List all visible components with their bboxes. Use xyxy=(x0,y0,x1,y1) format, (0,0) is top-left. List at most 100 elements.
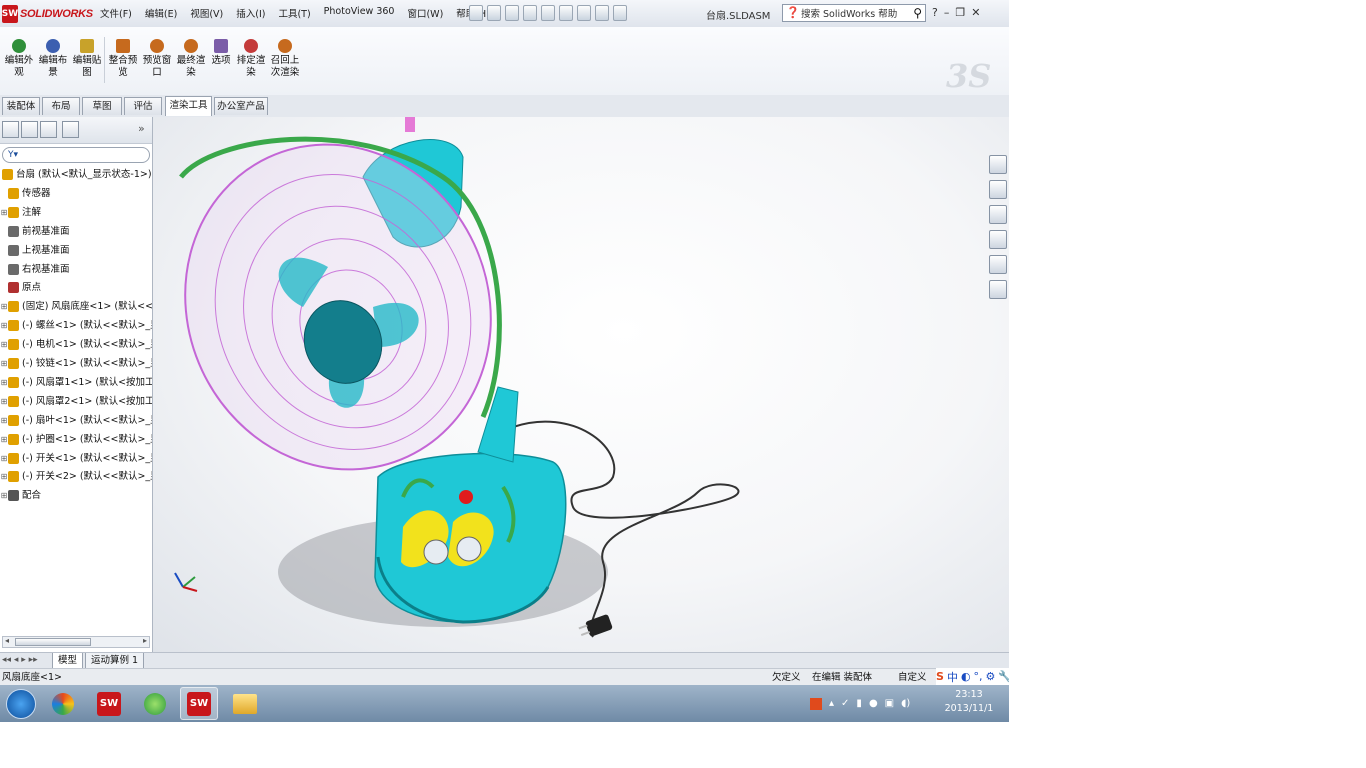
tree-expand-icon[interactable]: ⊞ xyxy=(0,468,8,486)
recall-last-render-button[interactable]: 召回上次渲染 xyxy=(268,39,302,79)
menu-file[interactable]: 文件(F) xyxy=(100,6,132,20)
file-explorer-icon[interactable] xyxy=(989,205,1007,224)
tab-model[interactable]: 模型 xyxy=(52,653,84,669)
edit-scene-button[interactable]: 编辑布景 xyxy=(36,39,70,79)
tree-expand-icon[interactable]: ⊞ xyxy=(0,487,8,505)
taskbar-browser[interactable] xyxy=(136,687,174,720)
new-document-icon[interactable] xyxy=(469,5,483,21)
ime-tools-icon[interactable]: 🔧 xyxy=(998,670,1009,683)
tree-item[interactable]: ⊞ (-) 开关<1> (默认<<默认>_显 xyxy=(0,450,152,468)
menu-view[interactable]: 视图(V) xyxy=(190,6,223,20)
tree-item[interactable]: ⊞ (-) 风扇罩2<1> (默认<按加工 xyxy=(0,393,152,411)
sogou-icon[interactable]: S xyxy=(936,670,944,683)
tab-assembly[interactable]: 装配体 xyxy=(2,97,40,115)
close-icon[interactable]: ✕ xyxy=(971,6,980,19)
tree-expand-icon[interactable]: ⊞ xyxy=(0,204,8,222)
tray-expand-icon[interactable]: ▴ xyxy=(829,698,834,709)
view-palette-icon[interactable] xyxy=(989,230,1007,249)
tree-item[interactable]: ⊞ 注解 xyxy=(0,204,152,222)
tree-filter[interactable]: Y▾ xyxy=(2,147,150,163)
network-tray-icon[interactable]: ▮ xyxy=(856,698,862,709)
tab-layout[interactable]: 布局 xyxy=(42,97,80,115)
open-folder-icon[interactable] xyxy=(487,5,501,21)
tree-item[interactable]: 右视基准面 xyxy=(0,261,152,279)
tree-item[interactable]: ⊞ (-) 扇叶<1> (默认<<默认>_显 xyxy=(0,412,152,430)
tree-item[interactable]: 传感器 xyxy=(0,185,152,203)
tree-item[interactable]: ⊞ (-) 铰链<1> (默认<<默认>_显 xyxy=(0,355,152,373)
design-library-icon[interactable] xyxy=(989,180,1007,199)
tree-expand-icon[interactable]: ⊞ xyxy=(0,298,8,316)
tree-item[interactable]: ⊞ (-) 开关<2> (默认<<默认>_显 xyxy=(0,468,152,486)
tree-item[interactable]: ⊞ (-) 风扇罩1<1> (默认<按加工 xyxy=(0,374,152,392)
final-render-button[interactable]: 最终渲染 xyxy=(174,39,208,79)
magnifier-icon[interactable]: ⚲ xyxy=(913,6,922,20)
minimize-icon[interactable]: – xyxy=(944,6,950,19)
tree-expand-icon[interactable]: ⊞ xyxy=(0,450,8,468)
tree-expand-icon[interactable]: ⊞ xyxy=(0,336,8,354)
undo-icon[interactable] xyxy=(541,5,555,21)
tree-item[interactable]: ⊞ (-) 螺丝<1> (默认<<默认>_显 xyxy=(0,317,152,335)
start-button[interactable] xyxy=(2,687,40,720)
tab-evaluate[interactable]: 评估 xyxy=(124,97,162,115)
edit-appearance-button[interactable]: 编辑外观 xyxy=(2,39,36,79)
taskbar-app-360[interactable] xyxy=(44,687,82,720)
home-icon[interactable] xyxy=(989,155,1007,174)
taskbar-explorer[interactable] xyxy=(226,687,264,720)
tree-expand-icon[interactable]: ⊞ xyxy=(0,412,8,430)
tree-item[interactable]: ⊞ (固定) 风扇底座<1> (默认<<默 xyxy=(0,298,152,316)
tree-item[interactable]: ⊞ (-) 电机<1> (默认<<默认>_显 xyxy=(0,336,152,354)
file-properties-icon[interactable] xyxy=(595,5,609,21)
render-options-button[interactable]: 选项 xyxy=(204,39,238,67)
tab-render-tools[interactable]: 渲染工具 xyxy=(165,96,212,116)
help-menu-icon[interactable]: ? xyxy=(932,6,938,19)
integrated-preview-button[interactable]: 整合预览 xyxy=(106,39,140,79)
menu-insert[interactable]: 插入(I) xyxy=(236,6,265,20)
tab-sketch[interactable]: 草图 xyxy=(82,97,122,115)
tree-expand-icon[interactable]: ⊞ xyxy=(0,317,8,335)
menu-photoview[interactable]: PhotoView 360 xyxy=(324,6,395,20)
scroll-thumb[interactable] xyxy=(15,638,91,646)
ime-punctuation-icon[interactable]: °, xyxy=(974,670,983,683)
schedule-render-button[interactable]: 排定渲染 xyxy=(234,39,268,79)
qq-tray-icon[interactable]: ● xyxy=(869,698,878,709)
tree-expand-icon[interactable]: ⊞ xyxy=(0,374,8,392)
options-icon[interactable] xyxy=(613,5,627,21)
tab-scroll-icons[interactable]: ◂◂ ◂ ▸ ▸▸ xyxy=(2,655,38,665)
configuration-manager-tab-icon[interactable] xyxy=(40,121,57,138)
tab-motion-study[interactable]: 运动算例 1 xyxy=(85,653,145,669)
security-tray-icon[interactable]: ✓ xyxy=(841,698,849,709)
graphics-area[interactable]: ⊟ ⊞ – ❐ ✕ xyxy=(153,117,1009,652)
ime-halfwidth-icon[interactable]: ◐ xyxy=(961,670,971,683)
display-manager-tab-icon[interactable] xyxy=(62,121,79,138)
restore-icon[interactable]: ❐ xyxy=(955,6,965,19)
select-arrow-icon[interactable] xyxy=(559,5,573,21)
tree-expand-icon[interactable]: ⊞ xyxy=(0,393,8,411)
panel-horizontal-scrollbar[interactable]: ◂ ▸ xyxy=(2,636,150,648)
appearances-icon[interactable] xyxy=(989,255,1007,274)
save-icon[interactable] xyxy=(505,5,519,21)
tree-item[interactable]: 原点 xyxy=(0,279,152,297)
tree-item[interactable]: ⊞ (-) 护圈<1> (默认<<默认>_显 xyxy=(0,431,152,449)
tree-item[interactable]: 前视基准面 xyxy=(0,223,152,241)
panel-expand-icon[interactable]: » xyxy=(138,122,145,135)
sogou-tray-icon[interactable] xyxy=(810,697,822,710)
print-icon[interactable] xyxy=(523,5,537,21)
solidworks-logo[interactable]: SW SOLIDWORKS xyxy=(2,3,93,24)
device-tray-icon[interactable]: ▣ xyxy=(885,698,894,709)
ime-chinese-mode[interactable]: 中 xyxy=(947,669,958,685)
custom-properties-icon[interactable] xyxy=(989,280,1007,299)
tree-expand-icon[interactable]: ⊞ xyxy=(0,431,8,449)
tree-item[interactable]: 上视基准面 xyxy=(0,242,152,260)
property-manager-tab-icon[interactable] xyxy=(21,121,38,138)
tree-root[interactable]: 台扇 (默认<默认_显示状态-1>) xyxy=(0,166,152,184)
scroll-left-icon[interactable]: ◂ xyxy=(5,636,9,645)
taskbar-solidworks[interactable]: SW xyxy=(90,687,128,720)
tree-expand-icon[interactable]: ⊞ xyxy=(0,355,8,373)
rebuild-icon[interactable] xyxy=(577,5,591,21)
feature-tree-tab-icon[interactable] xyxy=(2,121,19,138)
menu-window[interactable]: 窗口(W) xyxy=(407,6,443,20)
scroll-right-icon[interactable]: ▸ xyxy=(143,636,147,645)
help-search-box[interactable]: ❓ 搜索 SolidWorks 帮助 ⚲ xyxy=(782,4,926,22)
preview-window-button[interactable]: 预览窗口 xyxy=(140,39,174,79)
taskbar-clock[interactable]: 23:13 2013/11/1 xyxy=(942,688,996,716)
